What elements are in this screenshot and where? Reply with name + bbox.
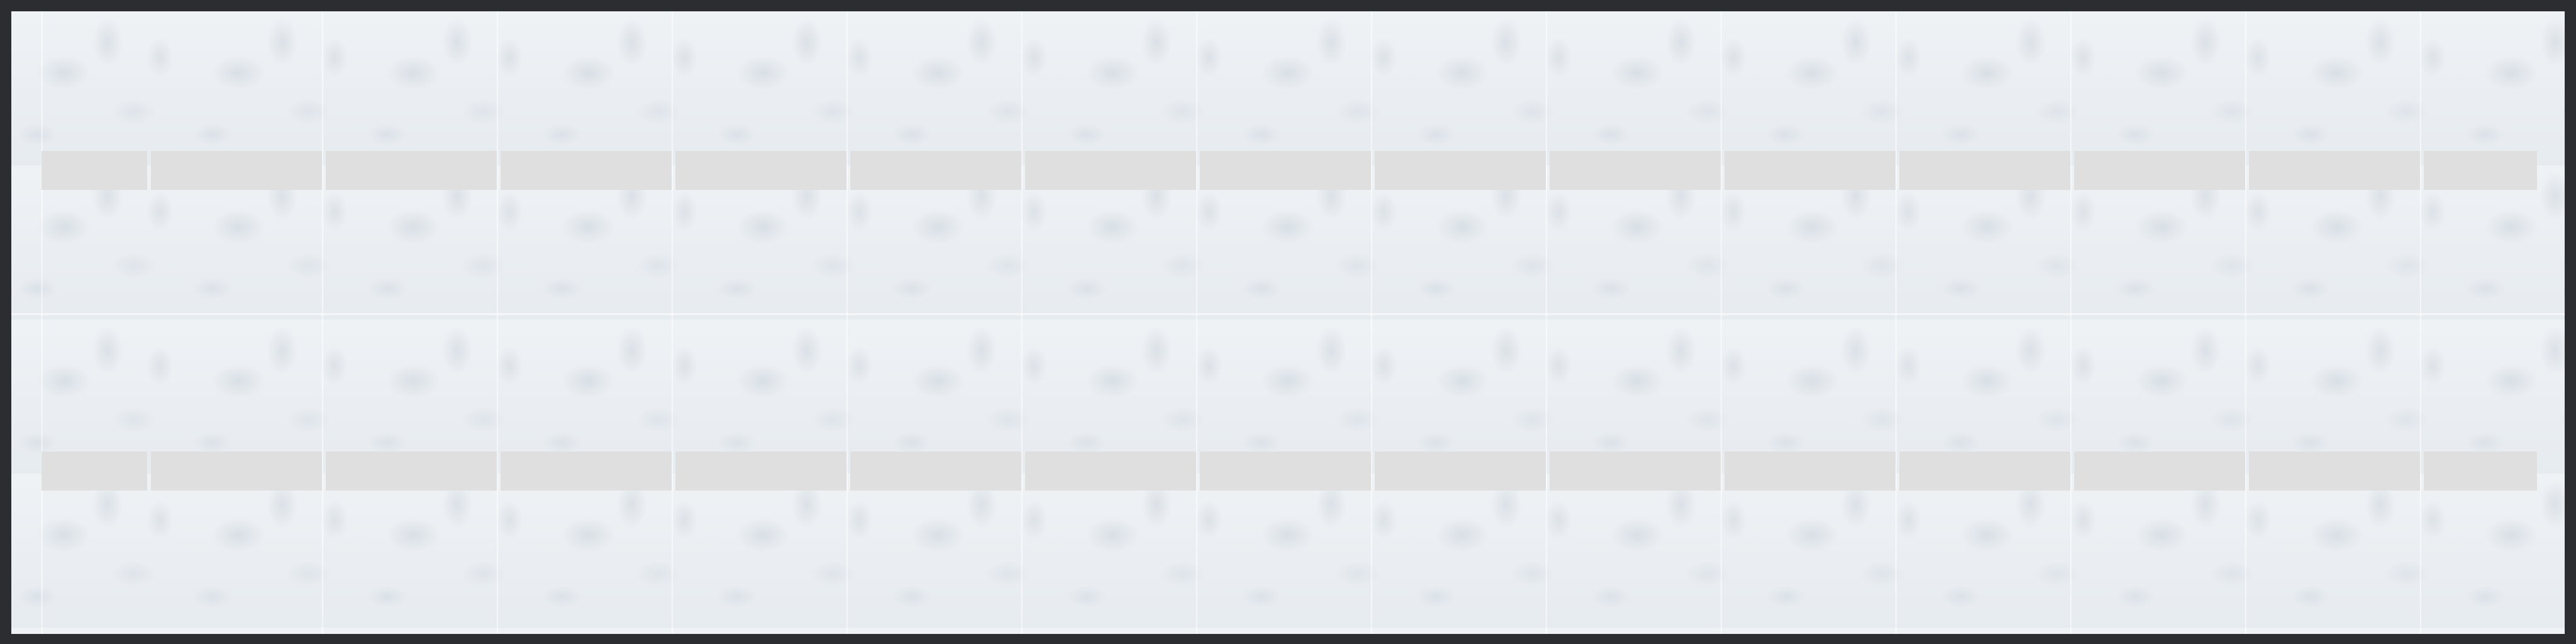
strip-segment <box>1375 151 1546 190</box>
top-strip <box>42 151 2545 190</box>
strip-segment <box>501 151 672 190</box>
strip-segment <box>326 452 497 491</box>
strip-segment <box>1550 151 1721 190</box>
textured-panel <box>11 11 2565 634</box>
strip-segment <box>501 452 672 491</box>
strip-segment <box>2074 452 2245 491</box>
strip-segment <box>2074 151 2245 190</box>
strip-segment <box>1200 151 1371 190</box>
strip-segment <box>1200 452 1371 491</box>
strip-segment <box>1899 151 2070 190</box>
strip-segment <box>1899 452 2070 491</box>
strip-segment <box>675 151 847 190</box>
strip-segment <box>1724 452 1896 491</box>
strip-segment <box>1550 452 1721 491</box>
horizontal-divider <box>11 313 2565 315</box>
strip-segment <box>42 151 147 190</box>
strip-segment <box>850 151 1021 190</box>
strip-segment <box>1375 452 1546 491</box>
bottom-strip <box>42 452 2545 491</box>
strip-segment <box>2424 151 2537 190</box>
strip-segment <box>1724 151 1896 190</box>
strip-segment <box>675 452 847 491</box>
strip-segment <box>151 151 322 190</box>
strip-segment <box>2249 452 2420 491</box>
strip-segment <box>2249 151 2420 190</box>
strip-segment <box>42 452 147 491</box>
strip-segment <box>2424 452 2537 491</box>
strip-segment <box>1025 151 1196 190</box>
column-dividers <box>11 11 2565 634</box>
strip-segment <box>151 452 322 491</box>
strip-segment <box>326 151 497 190</box>
strip-segment <box>1025 452 1196 491</box>
strip-segment <box>850 452 1021 491</box>
